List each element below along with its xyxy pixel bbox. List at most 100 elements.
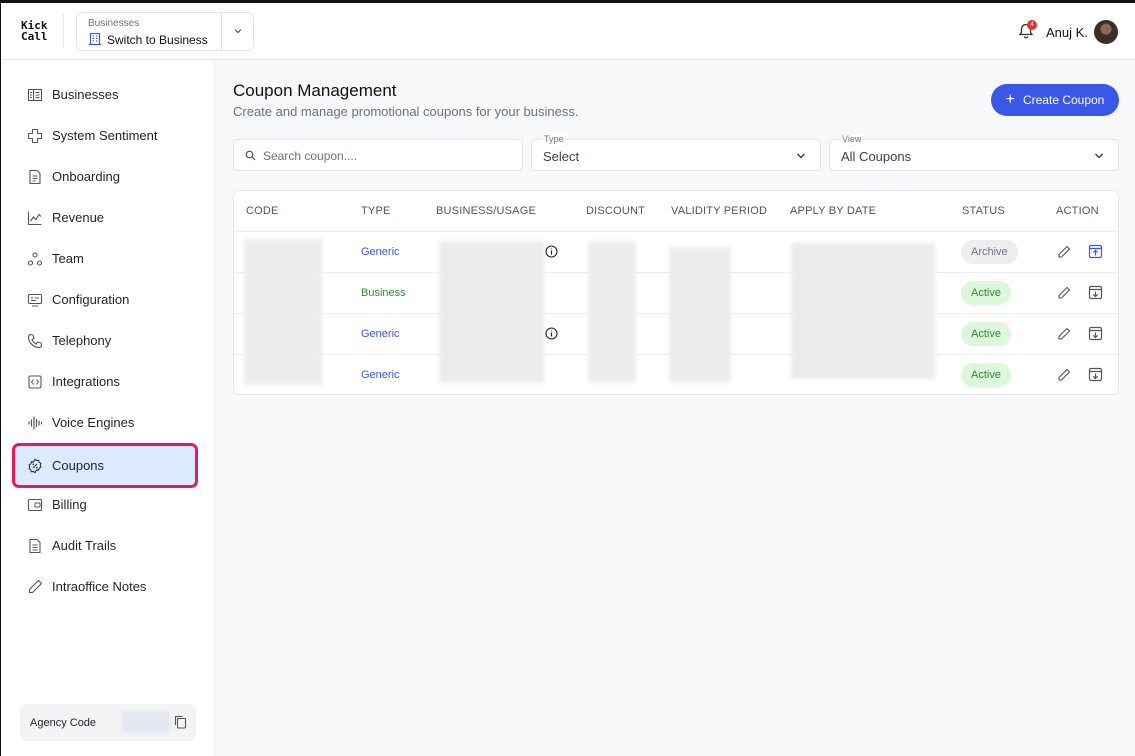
create-coupon-button[interactable]: + Create Coupon <box>991 84 1119 116</box>
archive-icon[interactable] <box>1088 367 1103 382</box>
edit-icon[interactable] <box>1057 245 1071 259</box>
phone-icon <box>27 333 43 348</box>
page-subtitle: Create and manage promotional coupons fo… <box>233 104 579 119</box>
sidebar-item-label: Onboarding <box>52 169 120 184</box>
sidebar-item-audit-trails[interactable]: Audit Trails <box>15 526 195 565</box>
info-icon[interactable] <box>545 245 558 258</box>
sidebar-item-label: Businesses <box>52 87 119 102</box>
agency-code-box: Agency Code <box>20 704 196 741</box>
team-icon <box>27 251 43 266</box>
table-row[interactable]: Generic Active <box>234 354 1118 394</box>
sidebar: Businesses System Sentiment Onboarding R… <box>1 60 215 756</box>
sidebar-item-label: Revenue <box>52 210 105 225</box>
page-title: Coupon Management <box>233 81 397 100</box>
search-icon <box>245 150 256 161</box>
switcher-divider <box>221 13 222 50</box>
table-row[interactable]: Generic Archive <box>234 231 1118 272</box>
sidebar-item-billing[interactable]: Billing <box>15 485 195 524</box>
column-header: DISCOUNT <box>586 205 646 217</box>
sidebar-item-label: Coupons <box>52 458 105 473</box>
document-icon <box>29 538 41 553</box>
sidebar-item-integrations[interactable]: Integrations <box>15 362 195 401</box>
business-switcher-caption: Businesses <box>88 18 140 29</box>
business-switcher-value: Switch to Business <box>107 33 208 47</box>
info-icon[interactable] <box>545 327 558 340</box>
chevron-down-icon[interactable] <box>232 25 244 37</box>
kickcall-logo[interactable]: Kick Call <box>21 20 48 42</box>
type-filter-value: Select <box>543 149 580 164</box>
agency-code-value-redacted <box>122 711 170 733</box>
integrations-icon <box>28 374 42 389</box>
coupons-table: CODE TYPE BUSINESS/USAGE DISCOUNT VALIDI… <box>233 190 1119 395</box>
column-header: CODE <box>246 205 279 217</box>
wallet-icon <box>27 498 43 511</box>
edit-icon[interactable] <box>1057 327 1071 341</box>
user-avatar[interactable] <box>1094 20 1118 44</box>
sidebar-item-label: Team <box>52 251 84 266</box>
chevron-down-icon <box>797 153 805 159</box>
sentiment-icon <box>27 128 43 143</box>
notification-badge: 4 <box>1027 20 1037 30</box>
onboarding-icon <box>29 169 41 184</box>
sidebar-item-coupons[interactable]: Coupons <box>12 443 198 488</box>
type-filter-caption: Type <box>543 134 565 144</box>
view-filter-caption: View <box>841 134 863 144</box>
table-row[interactable]: Business Active <box>234 272 1118 313</box>
logo-line2: Call <box>21 30 48 43</box>
businesses-icon <box>27 88 43 101</box>
column-header: APPLY BY DATE <box>790 205 877 217</box>
status-badge: Archive <box>961 240 1018 264</box>
plus-icon: + <box>1005 91 1015 108</box>
copy-icon[interactable] <box>174 715 187 729</box>
create-coupon-label: Create Coupon <box>1022 93 1105 107</box>
waveform-icon <box>28 415 43 430</box>
table-row[interactable]: Generic Active <box>234 313 1118 354</box>
status-badge: Active <box>961 281 1011 305</box>
search-box[interactable] <box>233 139 523 171</box>
unarchive-icon[interactable] <box>1088 244 1103 259</box>
view-filter-value: All Coupons <box>841 149 912 164</box>
sidebar-item-label: Configuration <box>52 292 130 307</box>
coupon-type: Generic <box>361 369 400 381</box>
column-header: ACTION <box>1056 205 1099 217</box>
user-name[interactable]: Anuj K. <box>1046 25 1088 40</box>
column-header: VALIDITY PERIOD <box>671 205 768 217</box>
sidebar-item-team[interactable]: Team <box>15 239 195 278</box>
sidebar-item-label: System Sentiment <box>52 128 158 143</box>
sidebar-item-intraoffice-notes[interactable]: Intraoffice Notes <box>15 567 195 606</box>
sidebar-item-label: Intraoffice Notes <box>52 579 147 594</box>
edit-icon[interactable] <box>1057 368 1071 382</box>
revenue-icon <box>27 211 42 225</box>
coupon-type: Business <box>361 287 406 299</box>
sidebar-item-label: Integrations <box>52 374 120 389</box>
top-header: Kick Call Businesses Switch to Business … <box>1 3 1135 60</box>
sidebar-item-voice-engines[interactable]: Voice Engines <box>15 403 195 442</box>
building-icon <box>89 32 101 46</box>
column-header: TYPE <box>361 205 391 217</box>
archive-icon[interactable] <box>1088 326 1103 341</box>
sidebar-item-configuration[interactable]: Configuration <box>15 280 195 319</box>
sidebar-item-label: Billing <box>52 497 87 512</box>
sidebar-item-onboarding[interactable]: Onboarding <box>15 157 195 196</box>
sidebar-item-revenue[interactable]: Revenue <box>15 198 195 237</box>
sidebar-item-businesses[interactable]: Businesses <box>15 75 195 114</box>
sidebar-item-label: Telephony <box>52 333 112 348</box>
pencil-icon <box>28 579 43 593</box>
header-divider <box>63 14 64 48</box>
column-header: BUSINESS/USAGE <box>436 205 536 217</box>
chevron-down-icon <box>1095 153 1103 159</box>
main-content: Coupon Management Create and manage prom… <box>215 60 1135 756</box>
sidebar-item-label: Voice Engines <box>52 415 135 430</box>
coupon-type: Generic <box>361 246 400 258</box>
sidebar-item-telephony[interactable]: Telephony <box>15 321 195 360</box>
edit-icon[interactable] <box>1057 286 1071 300</box>
search-input[interactable] <box>263 146 513 166</box>
sidebar-item-system-sentiment[interactable]: System Sentiment <box>15 116 195 155</box>
view-filter-dropdown[interactable]: View All Coupons <box>829 134 1119 171</box>
agency-code-label: Agency Code <box>30 717 97 729</box>
status-badge: Active <box>961 363 1011 387</box>
business-switcher[interactable]: Businesses Switch to Business <box>76 12 254 51</box>
archive-icon[interactable] <box>1088 285 1103 300</box>
type-filter-dropdown[interactable]: Type Select <box>531 134 821 171</box>
configuration-icon <box>27 293 43 306</box>
